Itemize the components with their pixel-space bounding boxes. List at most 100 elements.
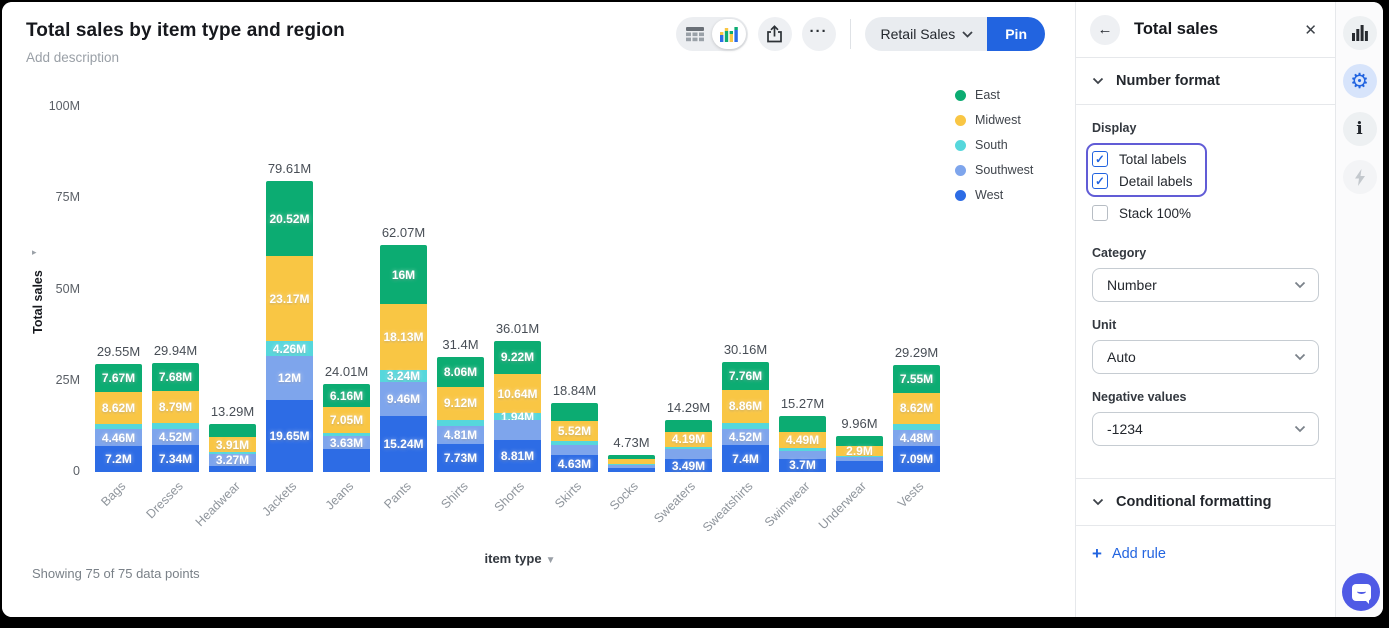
segment-west[interactable]: [836, 461, 883, 472]
segment-west[interactable]: [608, 468, 655, 472]
x-axis-category-label[interactable]: Vests: [895, 479, 927, 511]
segment-west[interactable]: 7.73M: [437, 444, 484, 472]
add-rule-button[interactable]: + Add rule: [1076, 526, 1335, 582]
segment-west[interactable]: 7.09M: [893, 446, 940, 472]
segment-midwest[interactable]: 2.9M: [836, 446, 883, 457]
bar-jackets[interactable]: 20.52M23.17M4.26M12M19.65M: [266, 181, 313, 472]
segment-east[interactable]: [665, 420, 712, 432]
segment-midwest[interactable]: 7.05M: [323, 407, 370, 433]
segment-south[interactable]: 4.26M: [266, 341, 313, 357]
x-axis-category-label[interactable]: Sweaters: [652, 479, 699, 526]
x-axis-category-label[interactable]: Sweatshirts: [700, 479, 756, 535]
segment-east[interactable]: 9.22M: [494, 341, 541, 375]
segment-west[interactable]: 3.49M: [665, 459, 712, 472]
x-axis-category-label[interactable]: Swimwear: [762, 479, 813, 530]
x-axis-category-label[interactable]: Shorts: [492, 479, 527, 514]
segment-midwest[interactable]: 4.49M: [779, 432, 826, 448]
chat-bubble-button[interactable]: [1342, 573, 1380, 611]
checkbox-checked-icon[interactable]: ✓: [1092, 173, 1108, 189]
segment-west[interactable]: 19.65M: [266, 400, 313, 472]
segment-midwest[interactable]: 3.91M: [209, 437, 256, 451]
bar-swimwear[interactable]: 4.49M 3.7M: [779, 416, 826, 472]
bar-bags[interactable]: 7.67M8.62M4.46M7.2M: [95, 364, 142, 472]
segment-midwest[interactable]: 18.13M: [380, 304, 427, 370]
segment-west[interactable]: 7.4M: [722, 445, 769, 472]
segment-southwest[interactable]: 9.46M: [380, 382, 427, 417]
segment-south[interactable]: 1.94M: [494, 413, 541, 420]
segment-south[interactable]: 3.24M: [380, 370, 427, 382]
segment-west[interactable]: 3.7M: [779, 459, 826, 473]
segment-southwest[interactable]: 4.81M: [437, 426, 484, 444]
segment-east[interactable]: [209, 424, 256, 438]
segment-west[interactable]: 4.63M: [551, 455, 598, 472]
segment-east[interactable]: 7.76M: [722, 362, 769, 390]
segment-midwest[interactable]: 8.62M: [893, 393, 940, 424]
segment-midwest[interactable]: 8.86M: [722, 390, 769, 422]
segment-east[interactable]: [551, 403, 598, 421]
checkbox-total-labels[interactable]: ✓ Total labels: [1092, 148, 1193, 170]
bar-pants[interactable]: 16M18.13M3.24M9.46M15.24M: [380, 245, 427, 472]
bar-underwear[interactable]: 2.9M: [836, 436, 883, 472]
bar-shorts[interactable]: 9.22M10.64M1.94M8.81M: [494, 341, 541, 472]
segment-southwest[interactable]: 4.48M: [893, 430, 940, 446]
legend-item-east[interactable]: East: [955, 88, 1033, 102]
segment-midwest[interactable]: 9.12M: [437, 387, 484, 420]
segment-west[interactable]: 7.34M: [152, 445, 199, 472]
x-axis-category-label[interactable]: Bags: [98, 479, 128, 509]
segment-midwest[interactable]: 23.17M: [266, 256, 313, 341]
checkbox-detail-labels[interactable]: ✓ Detail labels: [1092, 170, 1193, 192]
segment-east[interactable]: [779, 416, 826, 431]
legend-item-south[interactable]: South: [955, 138, 1033, 152]
segment-west[interactable]: 15.24M: [380, 416, 427, 472]
chart-settings-tab[interactable]: [1343, 16, 1377, 50]
back-button[interactable]: ←: [1090, 15, 1120, 45]
unit-select[interactable]: Auto: [1092, 340, 1319, 374]
segment-southwest[interactable]: 4.46M: [95, 429, 142, 445]
segment-east[interactable]: 16M: [380, 245, 427, 303]
x-axis-category-label[interactable]: Shirts: [438, 479, 470, 511]
segment-east[interactable]: 8.06M: [437, 357, 484, 386]
segment-east[interactable]: 7.55M: [893, 365, 940, 393]
bar-sweaters[interactable]: 4.19M 3.49M: [665, 420, 712, 472]
x-axis-category-label[interactable]: Jeans: [323, 479, 356, 512]
segment-east[interactable]: 7.68M: [152, 363, 199, 391]
info-tab[interactable]: i: [1343, 112, 1377, 146]
bar-vests[interactable]: 7.55M8.62M 4.48M7.09M: [893, 365, 940, 472]
checkbox-checked-icon[interactable]: ✓: [1092, 151, 1108, 167]
segment-southwest[interactable]: 12M: [266, 356, 313, 400]
segment-midwest[interactable]: 5.52M: [551, 421, 598, 441]
bar-dresses[interactable]: 7.68M8.79M 4.52M7.34M: [152, 363, 199, 472]
segment-southwest[interactable]: 3.63M: [323, 436, 370, 449]
x-axis-category-label[interactable]: Socks: [607, 479, 641, 513]
segment-southwest[interactable]: [494, 420, 541, 440]
segment-midwest[interactable]: 8.79M: [152, 391, 199, 423]
legend-item-southwest[interactable]: Southwest: [955, 163, 1033, 177]
checkbox-unchecked-icon[interactable]: [1092, 205, 1108, 221]
segment-midwest[interactable]: 4.19M: [665, 432, 712, 447]
format-settings-tab[interactable]: ⚙: [1343, 64, 1377, 98]
bar-sweatshirts[interactable]: 7.76M8.86M 4.52M7.4M: [722, 362, 769, 472]
legend-item-west[interactable]: West: [955, 188, 1033, 202]
segment-southwest[interactable]: 3.27M: [209, 454, 256, 466]
section-number-format[interactable]: Number format: [1076, 58, 1335, 105]
x-axis-category-label[interactable]: Jackets: [260, 479, 300, 519]
section-conditional-formatting[interactable]: Conditional formatting: [1076, 478, 1335, 526]
category-select[interactable]: Number: [1092, 268, 1319, 302]
segment-midwest[interactable]: 8.62M: [95, 392, 142, 423]
x-axis-category-label[interactable]: Pants: [381, 479, 414, 512]
segment-east[interactable]: 20.52M: [266, 181, 313, 256]
x-axis-title[interactable]: item type▼: [430, 551, 610, 566]
bar-headwear[interactable]: 3.91M 3.27M: [209, 424, 256, 472]
bar-jeans[interactable]: 6.16M7.05M 3.63M: [323, 384, 370, 472]
negative-values-select[interactable]: -1234: [1092, 412, 1319, 446]
segment-west[interactable]: [209, 466, 256, 472]
checkbox-stack-100[interactable]: Stack 100%: [1092, 202, 1319, 224]
segment-southwest[interactable]: 4.52M: [152, 429, 199, 445]
segment-east[interactable]: 6.16M: [323, 384, 370, 406]
close-button[interactable]: ✕: [1300, 17, 1321, 43]
actions-tab[interactable]: [1343, 160, 1377, 194]
segment-southwest[interactable]: 4.52M: [722, 429, 769, 445]
segment-west[interactable]: [323, 449, 370, 472]
x-axis-category-label[interactable]: Dresses: [143, 479, 185, 521]
x-axis-category-label[interactable]: Underwear: [816, 479, 869, 532]
